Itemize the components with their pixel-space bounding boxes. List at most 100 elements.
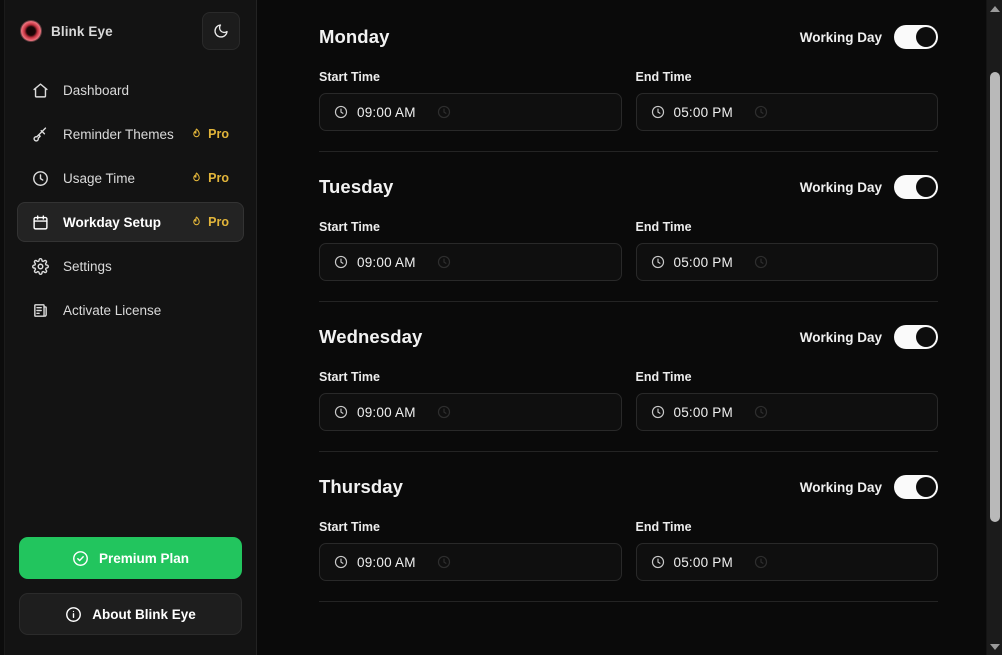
- day-header: Tuesday Working Day: [319, 172, 938, 202]
- pro-badge: Pro: [190, 215, 229, 229]
- start-time-input[interactable]: 09:00 AM: [319, 543, 622, 581]
- end-time-label: End Time: [636, 220, 939, 234]
- working-day-group: Working Day: [800, 325, 938, 349]
- scrollbar-track-lower[interactable]: [987, 522, 1002, 638]
- start-time-label: Start Time: [319, 370, 622, 384]
- sidebar: Blink Eye Dashboard Reminder Themes: [5, 0, 257, 655]
- sidebar-item-activate-license[interactable]: Activate License: [17, 290, 244, 330]
- day-block: Thursday Working Day Start Time 09:00 AM: [319, 452, 938, 602]
- sidebar-item-reminder-themes[interactable]: Reminder Themes Pro: [17, 114, 244, 154]
- clock-icon: [334, 105, 348, 119]
- sidebar-item-label: Activate License: [63, 303, 229, 318]
- day-block: Tuesday Working Day Start Time 09:00 AM: [319, 152, 938, 302]
- start-time-input[interactable]: 09:00 AM: [319, 93, 622, 131]
- sidebar-item-label: Workday Setup: [63, 215, 176, 230]
- pro-badge-label: Pro: [208, 215, 229, 229]
- start-time-input[interactable]: 09:00 AM: [319, 243, 622, 281]
- scroll-up-button[interactable]: [987, 0, 1002, 17]
- scrollbar-thumb[interactable]: [990, 72, 1000, 522]
- day-header: Monday Working Day: [319, 22, 938, 52]
- flame-icon: [190, 172, 203, 185]
- vertical-scrollbar[interactable]: [986, 0, 1002, 655]
- main-content: Monday Working Day Start Time 09:00 AM: [257, 0, 1002, 655]
- clock-icon: [334, 405, 348, 419]
- about-blink-eye-button[interactable]: About Blink Eye: [19, 593, 242, 635]
- day-name: Tuesday: [319, 176, 393, 198]
- working-day-label: Working Day: [800, 330, 882, 345]
- end-time-label: End Time: [636, 520, 939, 534]
- clock-icon: [651, 555, 665, 569]
- check-circle-icon: [72, 550, 89, 567]
- day-block: Monday Working Day Start Time 09:00 AM: [319, 0, 938, 152]
- start-time-field: Start Time 09:00 AM: [319, 70, 622, 131]
- end-time-input[interactable]: 05:00 PM: [636, 543, 939, 581]
- calendar-icon: [32, 214, 49, 231]
- working-day-toggle[interactable]: [894, 475, 938, 499]
- clock-placeholder-icon: [437, 555, 451, 569]
- day-name: Thursday: [319, 476, 403, 498]
- sidebar-item-usage-time[interactable]: Usage Time Pro: [17, 158, 244, 198]
- premium-plan-label: Premium Plan: [99, 551, 189, 566]
- clock-icon: [334, 555, 348, 569]
- end-time-value: 05:00 PM: [674, 405, 733, 420]
- sidebar-item-workday-setup[interactable]: Workday Setup Pro: [17, 202, 244, 242]
- start-time-input[interactable]: 09:00 AM: [319, 393, 622, 431]
- about-blink-eye-label: About Blink Eye: [92, 607, 196, 622]
- working-day-toggle[interactable]: [894, 175, 938, 199]
- start-time-value: 09:00 AM: [357, 255, 416, 270]
- sidebar-item-dashboard[interactable]: Dashboard: [17, 70, 244, 110]
- workday-setup-panel: Monday Working Day Start Time 09:00 AM: [257, 0, 986, 655]
- clock-placeholder-icon: [754, 555, 768, 569]
- start-time-value: 09:00 AM: [357, 555, 416, 570]
- working-day-label: Working Day: [800, 180, 882, 195]
- sidebar-item-label: Usage Time: [63, 171, 176, 186]
- end-time-field: End Time 05:00 PM: [636, 70, 939, 131]
- clock-placeholder-icon: [754, 105, 768, 119]
- clock-placeholder-icon: [754, 255, 768, 269]
- end-time-label: End Time: [636, 70, 939, 84]
- scrollbar-track-upper[interactable]: [987, 17, 1002, 72]
- sidebar-header: Blink Eye: [17, 0, 244, 62]
- working-day-toggle[interactable]: [894, 25, 938, 49]
- end-time-field: End Time 05:00 PM: [636, 220, 939, 281]
- clock-placeholder-icon: [437, 105, 451, 119]
- end-time-input[interactable]: 05:00 PM: [636, 243, 939, 281]
- flame-icon: [190, 128, 203, 141]
- end-time-value: 05:00 PM: [674, 105, 733, 120]
- time-fields: Start Time 09:00 AM End Time 05:: [319, 220, 938, 281]
- day-block: Wednesday Working Day Start Time 09:00 A…: [319, 302, 938, 452]
- clock-icon: [651, 255, 665, 269]
- end-time-input[interactable]: 05:00 PM: [636, 393, 939, 431]
- clock-icon: [651, 105, 665, 119]
- pro-badge-label: Pro: [208, 127, 229, 141]
- pro-badge-label: Pro: [208, 171, 229, 185]
- caret-down-icon: [990, 644, 1000, 650]
- info-circle-icon: [65, 606, 82, 623]
- theme-toggle-button[interactable]: [202, 12, 240, 50]
- working-day-toggle[interactable]: [894, 325, 938, 349]
- end-time-input[interactable]: 05:00 PM: [636, 93, 939, 131]
- premium-plan-button[interactable]: Premium Plan: [19, 537, 242, 579]
- eye-logo-icon: [21, 21, 41, 41]
- working-day-group: Working Day: [800, 475, 938, 499]
- end-time-value: 05:00 PM: [674, 255, 733, 270]
- working-day-group: Working Day: [800, 25, 938, 49]
- end-time-field: End Time 05:00 PM: [636, 370, 939, 431]
- brush-icon: [32, 126, 49, 143]
- brand: Blink Eye: [21, 21, 113, 41]
- license-icon: [32, 302, 49, 319]
- toggle-knob: [916, 177, 936, 197]
- time-fields: Start Time 09:00 AM End Time 05:: [319, 370, 938, 431]
- gear-icon: [32, 258, 49, 275]
- sidebar-item-label: Reminder Themes: [63, 127, 176, 142]
- start-time-label: Start Time: [319, 520, 622, 534]
- start-time-field: Start Time 09:00 AM: [319, 370, 622, 431]
- sidebar-item-settings[interactable]: Settings: [17, 246, 244, 286]
- sidebar-nav: Dashboard Reminder Themes Pro Usa: [17, 70, 244, 330]
- clock-placeholder-icon: [437, 255, 451, 269]
- start-time-label: Start Time: [319, 70, 622, 84]
- time-fields: Start Time 09:00 AM End Time 05:: [319, 520, 938, 581]
- scroll-down-button[interactable]: [987, 638, 1002, 655]
- brand-name: Blink Eye: [51, 24, 113, 39]
- day-header: Wednesday Working Day: [319, 322, 938, 352]
